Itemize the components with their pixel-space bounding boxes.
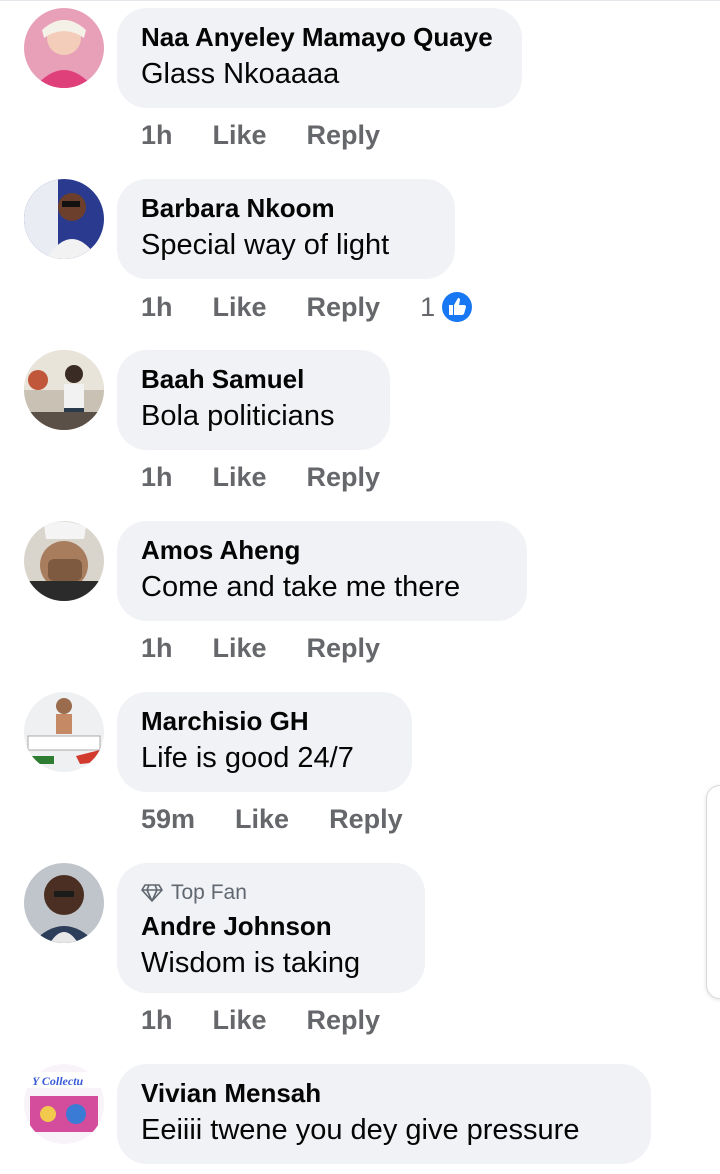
comment-time[interactable]: 1h [141,633,173,664]
comment-actions: 59m Like Reply [141,804,443,835]
comment-time[interactable]: 1h [141,292,173,323]
comment-actions: 1h Like Reply [141,120,420,151]
commenter-name[interactable]: Andre Johnson [141,911,401,941]
reply-button[interactable]: Reply [329,804,403,835]
avatar[interactable] [24,692,104,772]
like-button[interactable]: Like [235,804,289,835]
comment-bubble: Amos Aheng Come and take me there [117,521,527,621]
side-panel-edge[interactable] [706,785,720,999]
like-button[interactable]: Like [213,1005,267,1036]
comment-bubble: Barbara Nkoom Special way of light [117,179,455,279]
reply-button[interactable]: Reply [307,1005,381,1036]
comment-time[interactable]: 1h [141,1005,173,1036]
comment-text: Special way of light [141,229,390,261]
comment-actions: 1h Like Reply [141,633,420,664]
comment-text: Come and take me there [141,571,461,603]
like-button[interactable]: Like [213,462,267,493]
comment-bubble: Marchisio GH Life is good 24/7 [117,692,412,792]
avatar[interactable] [24,521,104,601]
top-fan-label: Top Fan [171,881,247,904]
top-fan-badge: Top Fan [141,881,401,905]
comment-actions: 1h Like Reply 1 [141,291,473,323]
comment-time[interactable]: 59m [141,804,195,835]
comment-bubble: Baah Samuel Bola politicians [117,350,390,450]
commenter-name[interactable]: Baah Samuel [141,364,366,394]
like-button[interactable]: Like [213,120,267,151]
avatar[interactable] [24,179,104,259]
commenter-name[interactable]: Naa Anyeley Mamayo Quaye [141,22,498,52]
like-button[interactable]: Like [213,292,267,323]
commenter-name[interactable]: Amos Aheng [141,535,503,565]
like-reaction-icon [442,292,473,322]
comment-bubble: Naa Anyeley Mamayo Quaye Glass Nkoaaaa [117,8,522,108]
comment-text: Bola politicians [141,400,335,432]
comment-bubble: Vivian Mensah Eeiiii twene you dey give … [117,1064,651,1164]
reply-button[interactable]: Reply [307,633,381,664]
reply-button[interactable]: Reply [307,120,381,151]
reply-button[interactable]: Reply [307,292,381,323]
comment-actions: 1h Like Reply [141,462,420,493]
avatar[interactable] [24,8,104,88]
comment-text: Glass Nkoaaaa [141,58,340,90]
comment-time[interactable]: 1h [141,462,173,493]
comment-time[interactable]: 1h [141,120,173,151]
reaction-count[interactable]: 1 [420,291,473,323]
top-divider [0,0,720,1]
commenter-name[interactable]: Vivian Mensah [141,1078,627,1108]
avatar-logo-text: Y Collectu [32,1074,84,1088]
avatar[interactable]: Y Collectu [24,1064,104,1144]
comment-text: Wisdom is taking [141,947,361,979]
diamond-icon [141,884,163,902]
comment-text: Life is good 24/7 [141,742,354,774]
comment-bubble: Top Fan Andre Johnson Wisdom is taking [117,863,425,993]
reaction-count-number: 1 [420,291,436,322]
avatar[interactable] [24,350,104,430]
commenter-name[interactable]: Barbara Nkoom [141,193,431,223]
avatar[interactable] [24,863,104,943]
commenter-name[interactable]: Marchisio GH [141,706,388,736]
comment-actions: 1h Like Reply [141,1005,420,1036]
reply-button[interactable]: Reply [307,462,381,493]
comment-text: Eeiiii twene you dey give pressure [141,1114,580,1146]
like-button[interactable]: Like [213,633,267,664]
